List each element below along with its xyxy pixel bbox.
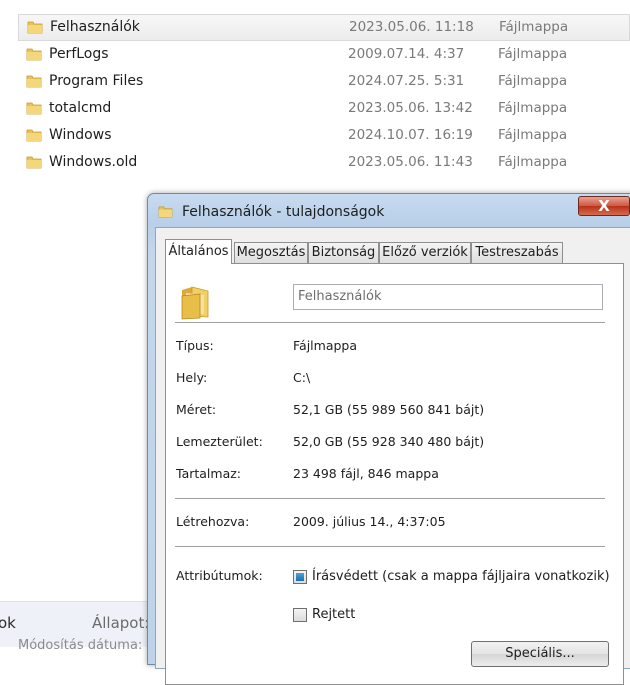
file-row-perflogs[interactable]: PerfLogs 2009.07.14. 4:37 Fájlmappa	[18, 41, 630, 68]
file-list: Felhasználók 2023.05.06. 11:18 Fájlmappa…	[18, 14, 630, 176]
tab-label: Testreszabás	[475, 245, 559, 260]
tab-testreszabas[interactable]: Testreszabás	[471, 242, 563, 263]
dialog-title: Felhasználók - tulajdonságok	[182, 204, 385, 220]
file-name: Windows	[49, 127, 112, 143]
tab-elozo-verziok[interactable]: Előző verziók	[379, 242, 471, 263]
created-label: Létrehozva:	[176, 514, 250, 529]
separator	[175, 498, 605, 499]
type-label: Típus:	[176, 338, 214, 353]
advanced-button[interactable]: Speciális...	[471, 641, 609, 667]
tab-label: Megosztás	[236, 245, 306, 260]
folder-icon	[26, 102, 42, 115]
folder-icon	[26, 156, 42, 169]
readonly-checkbox[interactable]	[293, 570, 307, 584]
hidden-checkbox[interactable]	[293, 608, 307, 622]
details-item-text: ok	[0, 614, 16, 632]
folder-icon	[181, 286, 209, 320]
file-row-felhasznalok[interactable]: Felhasználók 2023.05.06. 11:18 Fájlmappa	[18, 14, 630, 41]
close-button[interactable]: X	[578, 196, 630, 216]
details-pane: ok Állapot: Módosítás dátuma:	[0, 601, 160, 653]
size-value: 52,1 GB (55 989 560 841 bájt)	[293, 402, 485, 417]
file-date: 2023.05.06. 11:18	[349, 19, 474, 35]
folder-icon	[26, 75, 42, 88]
file-date: 2023.05.06. 13:42	[348, 100, 473, 116]
file-type: Fájlmappa	[498, 154, 568, 170]
tab-biztonsag[interactable]: Biztonság	[308, 242, 379, 263]
folder-icon	[26, 48, 42, 61]
folder-icon	[158, 206, 173, 218]
file-row-program-files[interactable]: Program Files 2024.07.25. 5:31 Fájlmappa	[18, 68, 630, 95]
properties-dialog: Felhasználók - tulajdonságok X Általános…	[147, 193, 630, 685]
size-label: Méret:	[176, 402, 217, 417]
file-date: 2023.05.06. 11:43	[348, 154, 473, 170]
file-name: totalcmd	[49, 100, 112, 116]
tab-label: Előző verziók	[382, 245, 468, 260]
tab-label: Biztonság	[311, 245, 376, 260]
file-date: 2024.10.07. 16:19	[348, 127, 473, 143]
contains-label: Tartalmaz:	[176, 466, 242, 481]
tab-megosztas[interactable]: Megosztás	[234, 242, 308, 263]
details-state-label: Állapot:	[92, 614, 150, 632]
file-type: Fájlmappa	[498, 73, 568, 89]
file-name: PerfLogs	[49, 46, 109, 62]
file-date: 2009.07.14. 4:37	[348, 46, 465, 62]
type-value: Fájlmappa	[293, 338, 358, 353]
location-value: C:\	[293, 370, 311, 385]
separator	[175, 322, 605, 323]
tab-altalanos[interactable]: Általános	[165, 239, 232, 264]
close-icon: X	[598, 197, 610, 215]
file-type: Fájlmappa	[498, 100, 568, 116]
folder-icon	[26, 129, 42, 142]
folder-icon	[27, 21, 43, 34]
file-name: Felhasználók	[50, 19, 140, 35]
separator	[175, 546, 605, 547]
file-row-totalcmd[interactable]: totalcmd 2023.05.06. 13:42 Fájlmappa	[18, 95, 630, 122]
general-tab-panel: Felhasználók Típus: Fájlmappa Hely: C:\ …	[165, 263, 624, 685]
tab-label: Általános	[168, 244, 229, 259]
file-date: 2024.07.25. 5:31	[348, 73, 465, 89]
created-value: 2009. július 14., 4:37:05	[293, 514, 446, 529]
folder-name-field[interactable]: Felhasználók	[293, 284, 603, 310]
location-label: Hely:	[176, 370, 208, 385]
readonly-label: Írásvédett (csak a mappa fájljaira vonat…	[312, 569, 610, 584]
contains-value: 23 498 fájl, 846 mappa	[293, 466, 439, 481]
dialog-titlebar[interactable]: Felhasználók - tulajdonságok X	[148, 194, 630, 228]
dialog-client-area: Általános Megosztás Biztonság Előző verz…	[155, 227, 630, 685]
file-type: Fájlmappa	[499, 19, 569, 35]
file-row-windows-old[interactable]: Windows.old 2023.05.06. 11:43 Fájlmappa	[18, 149, 630, 176]
disk-size-value: 52,0 GB (55 928 340 480 bájt)	[293, 434, 485, 449]
file-type: Fájlmappa	[498, 127, 568, 143]
file-name: Windows.old	[49, 154, 138, 170]
hidden-label: Rejtett	[312, 607, 356, 622]
disk-size-label: Lemezterület:	[176, 434, 263, 449]
file-row-windows[interactable]: Windows 2024.10.07. 16:19 Fájlmappa	[18, 122, 630, 149]
file-name: Program Files	[49, 73, 144, 89]
file-type: Fájlmappa	[498, 46, 568, 62]
attributes-label: Attribútumok:	[176, 568, 263, 583]
